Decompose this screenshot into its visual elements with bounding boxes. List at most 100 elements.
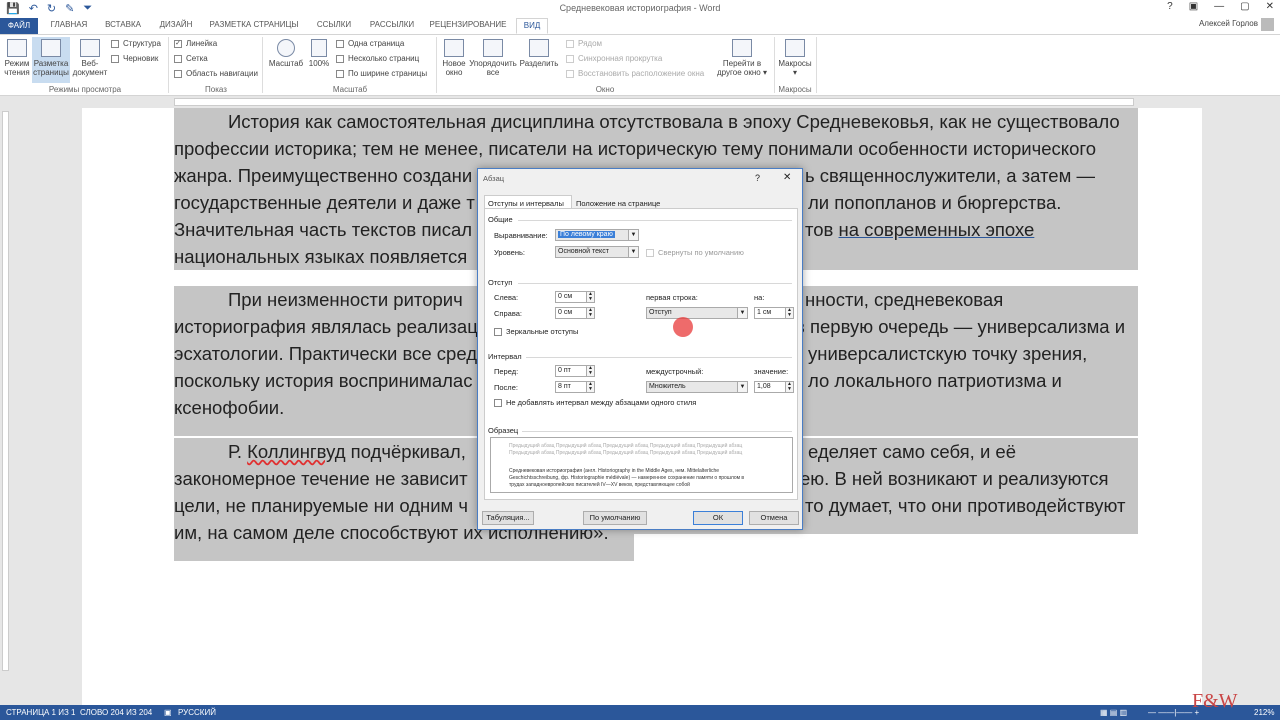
maximize-button[interactable]: ▢	[1240, 1, 1249, 12]
zoom-button[interactable]: Масштаб	[266, 39, 306, 68]
spinner-icon[interactable]: ▲ ▼	[785, 382, 793, 392]
body-text-line[interactable]: Р. Коллингвуд подчёркивал,	[228, 438, 466, 465]
one-page-button[interactable]: Одна страница	[336, 39, 404, 48]
body-text-line[interactable]: эсхатологии. Практически все сред	[174, 340, 477, 367]
ruler-checkbox[interactable]: ✓ Линейка	[174, 39, 217, 48]
spacing-after-input[interactable]: 8 пт ▲ ▼	[555, 381, 595, 393]
tab-home[interactable]: ГЛАВНАЯ	[44, 18, 94, 34]
ok-button[interactable]: ОК	[693, 511, 743, 525]
mirror-indents-checkbox[interactable]: Зеркальные отступы	[494, 327, 578, 337]
read-mode-button[interactable]: Режим чтения	[2, 39, 32, 77]
horizontal-ruler[interactable]	[0, 96, 1280, 107]
outline-button[interactable]: Структура	[111, 39, 161, 48]
draft-button[interactable]: Черновик	[111, 54, 158, 63]
close-button[interactable]: ✕	[1266, 1, 1274, 12]
tabs-button[interactable]: Табуляция...	[482, 511, 534, 525]
zoom-level[interactable]: 212%	[1254, 708, 1274, 717]
no-space-same-style-checkbox[interactable]: Не добавлять интервал между абзацами одн…	[494, 398, 696, 408]
macros-icon	[785, 39, 805, 57]
avatar[interactable]	[1261, 18, 1274, 31]
body-text-line[interactable]: ксенофобии.	[174, 394, 284, 421]
hyperlink-text[interactable]: на современных эпохе	[839, 219, 1035, 240]
body-text-line[interactable]: закономерное течение не зависит	[174, 465, 468, 492]
arrange-all-button[interactable]: Упорядочить все	[468, 39, 518, 77]
right-indent-input[interactable]: 0 см ▲ ▼	[555, 307, 595, 319]
spellcheck-error[interactable]: Коллингвуд	[247, 441, 345, 462]
body-text-line[interactable]: цели, не планируемые ни одним ч	[174, 492, 468, 519]
ribbon-display-icon[interactable]: ▣	[1189, 1, 1198, 12]
tab-insert[interactable]: ВСТАВКА	[98, 18, 148, 34]
tab-page-layout[interactable]: РАЗМЕТКА СТРАНИЦЫ	[204, 18, 304, 34]
body-text-line[interactable]: универсалистскую точку зрения,	[808, 340, 1087, 367]
spinner-icon[interactable]: ▲ ▼	[586, 292, 594, 302]
spinner-icon[interactable]: ▲ ▼	[586, 382, 594, 392]
body-text-line[interactable]: жанра. Преимущественно создани	[174, 162, 472, 189]
spinner-icon[interactable]: ▲ ▼	[586, 366, 594, 376]
left-indent-input[interactable]: 0 см ▲ ▼	[555, 291, 595, 303]
line-spacing-at-input[interactable]: 1,08 ▲ ▼	[754, 381, 794, 393]
reset-window-position-button[interactable]: Восстановить расположение окна	[566, 69, 704, 78]
body-text-line[interactable]: Значительная часть текстов писал	[174, 216, 472, 243]
divider	[262, 37, 263, 93]
body-text-line[interactable]: профессии историка; тем не менее, писате…	[174, 135, 1096, 162]
collapsed-checkbox[interactable]: Свернуты по умолчанию	[646, 248, 744, 258]
body-text-line[interactable]: национальных языках появляется	[174, 243, 467, 270]
body-text-line[interactable]: ло локального патриотизма и	[808, 367, 1062, 394]
proofing-icon[interactable]: ▣	[164, 708, 172, 717]
first-line-by-input[interactable]: 1 см ▲ ▼	[754, 307, 794, 319]
alignment-select[interactable]: По левому краю ▼	[555, 229, 639, 241]
view-buttons[interactable]: ▦ ▤ ▥	[1100, 708, 1127, 717]
body-text-line[interactable]: При неизменности риторич	[228, 286, 463, 313]
close-icon[interactable]: ✕	[783, 172, 791, 183]
body-text-line[interactable]: то думает, что они противодействуют	[805, 492, 1125, 519]
page-count[interactable]: СТРАНИЦА 1 ИЗ 1	[6, 708, 75, 717]
tab-references[interactable]: ССЫЛКИ	[308, 18, 360, 34]
spacing-before-input[interactable]: 0 пт ▲ ▼	[555, 365, 595, 377]
tab-view[interactable]: ВИД	[516, 18, 548, 34]
web-layout-button[interactable]: Веб-документ	[72, 39, 108, 77]
body-text-line[interactable]: нности, средневековая	[805, 286, 1003, 313]
zoom-100-button[interactable]: 100%	[307, 39, 331, 68]
navigation-pane-checkbox[interactable]: Область навигации	[174, 69, 258, 78]
synchronous-scrolling-button[interactable]: Синхронная прокрутка	[566, 54, 662, 63]
body-text-line[interactable]: историография являлась реализац	[174, 313, 478, 340]
page-width-button[interactable]: По ширине страницы	[336, 69, 427, 78]
help-icon[interactable]: ?	[755, 173, 760, 183]
body-text-line[interactable]: в первую очередь — универсализма и	[795, 313, 1125, 340]
line-spacing-select[interactable]: Множитель ▼	[646, 381, 748, 393]
spinner-icon[interactable]: ▲ ▼	[785, 308, 793, 318]
help-icon[interactable]: ?	[1167, 1, 1173, 12]
switch-windows-button[interactable]: Перейти в другое окно ▾	[714, 39, 770, 77]
grid-checkbox[interactable]: Сетка	[174, 54, 208, 63]
vertical-ruler[interactable]	[0, 107, 10, 705]
word-count[interactable]: СЛОВО 204 ИЗ 204	[80, 708, 152, 717]
minimize-button[interactable]: —	[1214, 1, 1224, 12]
tab-mailings[interactable]: РАССЫЛКИ	[364, 18, 420, 34]
body-text-line[interactable]: ею. В ней возникают и реализуются	[800, 465, 1109, 492]
language[interactable]: РУССКИЙ	[178, 708, 216, 717]
body-text-line[interactable]: ь священнослужители, а затем —	[805, 162, 1095, 189]
tab-file[interactable]: ФАЙЛ	[0, 18, 38, 34]
spinner-icon[interactable]: ▲ ▼	[586, 308, 594, 318]
user-name[interactable]: Алексей Горлов	[1199, 19, 1258, 28]
first-line-select[interactable]: Отступ ▼	[646, 307, 748, 319]
tab-design[interactable]: ДИЗАЙН	[152, 18, 200, 34]
body-text-line[interactable]: тов на современных эпохе	[805, 216, 1034, 243]
set-default-button[interactable]: По умолчанию	[583, 511, 647, 525]
body-text-line[interactable]: поскольку история воспринималас	[174, 367, 472, 394]
print-layout-button[interactable]: Разметка страницы	[32, 37, 70, 83]
body-text-line[interactable]: еделяет само себя, и её	[808, 438, 1016, 465]
new-window-button[interactable]: Новое окно	[440, 39, 468, 77]
side-by-side-button[interactable]: Рядом	[566, 39, 602, 48]
body-text-line[interactable]: ли попопланов и бюргерства.	[808, 189, 1061, 216]
body-text-line[interactable]: История как самостоятельная дисциплина о…	[228, 108, 1120, 135]
body-text-line[interactable]: государственные деятели и даже т	[174, 189, 475, 216]
split-button[interactable]: Разделить	[518, 39, 560, 68]
macros-button[interactable]: Макросы ▾	[776, 39, 814, 77]
cancel-button[interactable]: Отмена	[749, 511, 799, 525]
watermark-logo: F&W	[1192, 690, 1238, 712]
tab-indents-spacing[interactable]: Отступы и интервалы	[484, 195, 572, 209]
outline-level-select[interactable]: Основной текст ▼	[555, 246, 639, 258]
tab-review[interactable]: РЕЦЕНЗИРОВАНИЕ	[424, 18, 512, 34]
multiple-pages-button[interactable]: Несколько страниц	[336, 54, 419, 63]
